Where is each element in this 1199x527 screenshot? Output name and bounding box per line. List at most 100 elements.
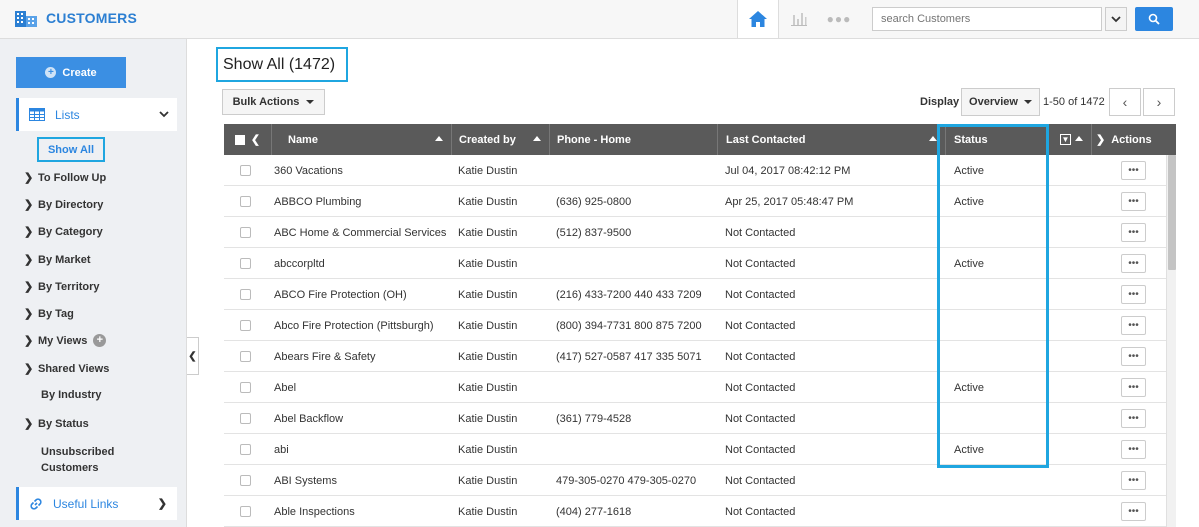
cell-name[interactable]: Abel (274, 372, 456, 403)
column-header-actions[interactable]: ❯ Actions (1092, 124, 1176, 155)
row-actions-button[interactable]: ••• (1121, 285, 1146, 304)
more-button[interactable]: ●●● (819, 0, 859, 38)
sidebar-item-to-follow-up[interactable]: ❯ To Follow Up (24, 171, 106, 185)
brand[interactable]: CUSTOMERS (14, 8, 137, 28)
row-actions-button[interactable]: ••• (1121, 254, 1146, 273)
column-header-last-contacted[interactable]: Last Contacted (718, 124, 946, 155)
sidebar-item-unsubscribed-customers[interactable]: Unsubscribed Customers (41, 444, 136, 476)
reports-button[interactable] (779, 0, 819, 38)
cell-status: Active (954, 164, 984, 177)
row-actions-button[interactable]: ••• (1121, 223, 1146, 242)
row-actions-button[interactable]: ••• (1121, 440, 1146, 459)
cell-name[interactable]: Abears Fire & Safety (274, 341, 456, 372)
table-row[interactable]: abccorpltd Katie Dustin Not Contacted Ac… (224, 248, 1166, 279)
row-checkbox[interactable] (240, 413, 251, 424)
sidebar-item-by-territory[interactable]: ❯ By Territory (24, 280, 100, 294)
search-dropdown-button[interactable] (1105, 7, 1127, 31)
cell-name[interactable]: Abel Backflow (274, 403, 456, 434)
row-actions-button[interactable]: ••• (1121, 347, 1146, 366)
cell-name[interactable]: abccorpltd (274, 248, 456, 279)
row-actions-button[interactable]: ••• (1121, 378, 1146, 397)
row-checkbox[interactable] (240, 196, 251, 207)
sidebar-collapse-toggle[interactable]: ❮ (187, 337, 199, 375)
table-scrollbar[interactable] (1166, 155, 1176, 527)
table-row[interactable]: Abel Katie Dustin Not Contacted Active •… (224, 372, 1166, 403)
table-row[interactable]: ABC Home & Commercial Services Katie Dus… (224, 217, 1166, 248)
cell-name[interactable]: Able Inspections (274, 496, 456, 527)
plus-circle-icon: + (45, 67, 57, 78)
row-actions-button[interactable]: ••• (1121, 502, 1146, 521)
sidebar-item-by-directory[interactable]: ❯ By Directory (24, 198, 103, 212)
top-bar: CUSTOMERS ●●● (0, 0, 1199, 39)
row-actions-button[interactable]: ••• (1121, 161, 1146, 180)
row-checkbox[interactable] (240, 444, 251, 455)
cell-name[interactable]: Abco Fire Protection (Pittsburgh) (274, 310, 456, 341)
row-checkbox[interactable] (240, 506, 251, 517)
row-checkbox[interactable] (240, 475, 251, 486)
cell-phone: (404) 277-1618 (556, 505, 632, 518)
table-grid-icon (29, 108, 45, 121)
bulk-actions-button[interactable]: Bulk Actions (222, 89, 325, 115)
row-checkbox[interactable] (240, 382, 251, 393)
home-button[interactable] (737, 0, 779, 38)
sidebar-item-my-views[interactable]: ❯ My Views + (24, 334, 107, 347)
column-header-phone-home[interactable]: Phone - Home (550, 124, 718, 155)
cell-name[interactable]: ABI Systems (274, 465, 456, 496)
row-checkbox[interactable] (240, 289, 251, 300)
row-actions-button[interactable]: ••• (1121, 471, 1146, 490)
column-header-status[interactable]: Status ▼ (946, 124, 1092, 155)
sidebar-item-show-all[interactable]: Show All (37, 137, 105, 162)
sidebar-item-by-industry[interactable]: By Industry (41, 389, 102, 401)
add-view-icon[interactable]: + (93, 334, 107, 347)
table-row[interactable]: Abel Backflow Katie Dustin (361) 779-452… (224, 403, 1166, 434)
create-button[interactable]: + Create (16, 57, 126, 88)
search-input[interactable] (872, 7, 1102, 31)
display-select[interactable]: Overview (961, 88, 1040, 116)
column-header-name[interactable]: Name (272, 124, 452, 155)
cell-name[interactable]: ABBCO Plumbing (274, 186, 456, 217)
table-row[interactable]: Able Inspections Katie Dustin (404) 277-… (224, 496, 1166, 527)
cell-phone (556, 372, 722, 403)
row-checkbox[interactable] (240, 165, 251, 176)
cell-name[interactable]: 360 Vacations (274, 155, 456, 186)
select-all-checkbox[interactable] (234, 134, 245, 145)
table-row[interactable]: abi Katie Dustin Not Contacted Active ••… (224, 434, 1166, 465)
table-row[interactable]: ABCO Fire Protection (OH) Katie Dustin (… (224, 279, 1166, 310)
row-actions-button[interactable]: ••• (1121, 316, 1146, 335)
cell-last-contacted: Not Contacted (725, 288, 796, 301)
column-header-created-by[interactable]: Created by (452, 124, 550, 155)
sidebar-item-by-status[interactable]: ❯ By Status (24, 417, 89, 431)
cell-name[interactable]: abi (274, 434, 456, 465)
cell-name[interactable]: ABCO Fire Protection (OH) (274, 279, 456, 310)
scrollbar-thumb[interactable] (1168, 155, 1176, 270)
chevron-right-icon[interactable]: ❯ (1096, 133, 1105, 146)
next-page-button[interactable]: › (1143, 88, 1175, 116)
sort-asc-icon (435, 136, 443, 141)
lists-section-header[interactable]: Lists (16, 98, 177, 131)
row-checkbox[interactable] (240, 320, 251, 331)
table-row[interactable]: Abco Fire Protection (Pittsburgh) Katie … (224, 310, 1166, 341)
sidebar-item-by-tag[interactable]: ❯ By Tag (24, 307, 74, 321)
cell-status (954, 403, 1054, 434)
prev-page-button[interactable]: ‹ (1109, 88, 1141, 116)
cell-status (954, 217, 1054, 248)
sidebar-item-by-category[interactable]: ❯ By Category (24, 225, 103, 239)
lists-label: Lists (55, 107, 80, 122)
row-actions-button[interactable]: ••• (1121, 192, 1146, 211)
cell-name[interactable]: ABC Home & Commercial Services (274, 217, 456, 248)
sidebar-item-by-market[interactable]: ❯ By Market (24, 253, 91, 267)
row-checkbox[interactable] (240, 351, 251, 362)
row-checkbox[interactable] (240, 258, 251, 269)
create-label: Create (62, 66, 97, 79)
sidebar-item-shared-views[interactable]: ❯ Shared Views (24, 362, 109, 376)
search-button[interactable] (1135, 7, 1173, 31)
table-row[interactable]: ABI Systems Katie Dustin 479-305-0270 47… (224, 465, 1166, 496)
chevron-left-icon[interactable]: ❮ (251, 133, 260, 146)
filter-icon[interactable]: ▼ (1060, 134, 1071, 145)
row-checkbox[interactable] (240, 227, 251, 238)
useful-links-section[interactable]: Useful Links ❯ (16, 487, 177, 520)
table-row[interactable]: 360 Vacations Katie Dustin Jul 04, 2017 … (224, 155, 1166, 186)
row-actions-button[interactable]: ••• (1121, 409, 1146, 428)
table-row[interactable]: Abears Fire & Safety Katie Dustin (417) … (224, 341, 1166, 372)
table-row[interactable]: ABBCO Plumbing Katie Dustin (636) 925-08… (224, 186, 1166, 217)
